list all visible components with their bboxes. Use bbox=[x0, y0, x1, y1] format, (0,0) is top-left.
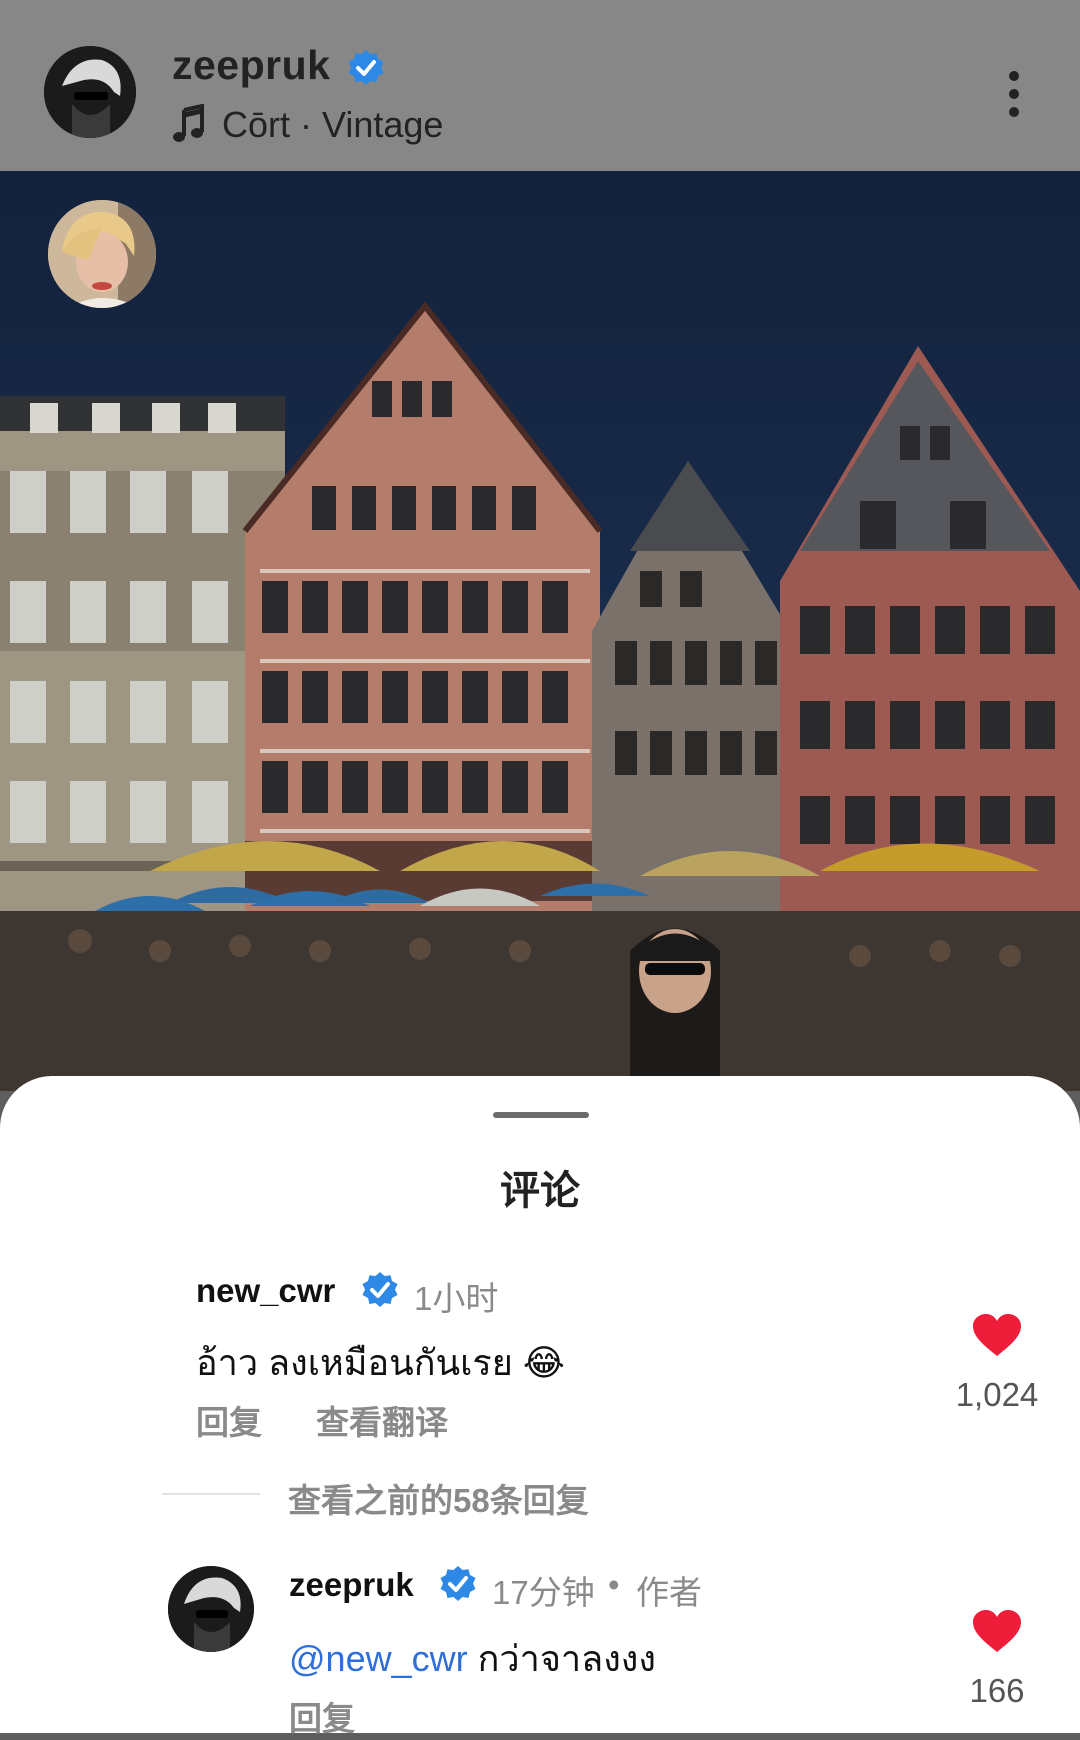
drag-handle[interactable] bbox=[493, 1112, 589, 1118]
reply-text: @new_cwr กว่าจาลงงง bbox=[289, 1630, 656, 1687]
music-track-label[interactable]: Cōrt · Vintage bbox=[222, 104, 443, 146]
commenter-username[interactable]: new_cwr bbox=[196, 1272, 335, 1310]
post-photo[interactable] bbox=[0, 171, 1080, 1091]
profile-avatar[interactable] bbox=[44, 46, 136, 138]
verified-badge-icon bbox=[362, 1272, 398, 1307]
separator-dot: • bbox=[608, 1566, 620, 1603]
view-translation-button[interactable]: 查看翻译 bbox=[316, 1396, 448, 1444]
view-previous-replies-button[interactable]: 查看之前的58条回复 bbox=[288, 1474, 589, 1522]
comment-timestamp: 1小时 bbox=[414, 1280, 499, 1317]
heart-like-icon[interactable] bbox=[972, 1610, 1022, 1654]
author-label: 作者 bbox=[636, 1574, 702, 1611]
reply-timestamp: 17分钟 bbox=[492, 1574, 595, 1611]
reply-username[interactable]: zeepruk bbox=[289, 1566, 414, 1604]
post-username[interactable]: zeepruk bbox=[172, 42, 330, 89]
music-note-icon bbox=[173, 104, 204, 142]
more-options-icon[interactable] bbox=[1000, 68, 1028, 120]
reply-author-avatar[interactable] bbox=[168, 1566, 254, 1652]
reply-button[interactable]: 回复 bbox=[196, 1396, 262, 1444]
heart-like-icon[interactable] bbox=[972, 1314, 1022, 1358]
comments-title: 评论 bbox=[500, 1169, 580, 1213]
verified-badge-icon bbox=[440, 1566, 476, 1601]
verified-badge-icon bbox=[348, 50, 384, 85]
like-count: 1,024 bbox=[955, 1376, 1039, 1413]
post-header: zeepruk Cōrt · Vintage bbox=[0, 0, 1080, 171]
mention-link[interactable]: @new_cwr bbox=[289, 1638, 468, 1679]
comment-text: อ้าว ลงเหมือนกันเรย 😂 bbox=[196, 1342, 565, 1383]
like-count: 166 bbox=[969, 1672, 1025, 1709]
divider-line bbox=[162, 1493, 260, 1495]
commenter-avatar[interactable] bbox=[48, 200, 156, 308]
reply-body: กว่าจาลงงง bbox=[467, 1638, 656, 1679]
